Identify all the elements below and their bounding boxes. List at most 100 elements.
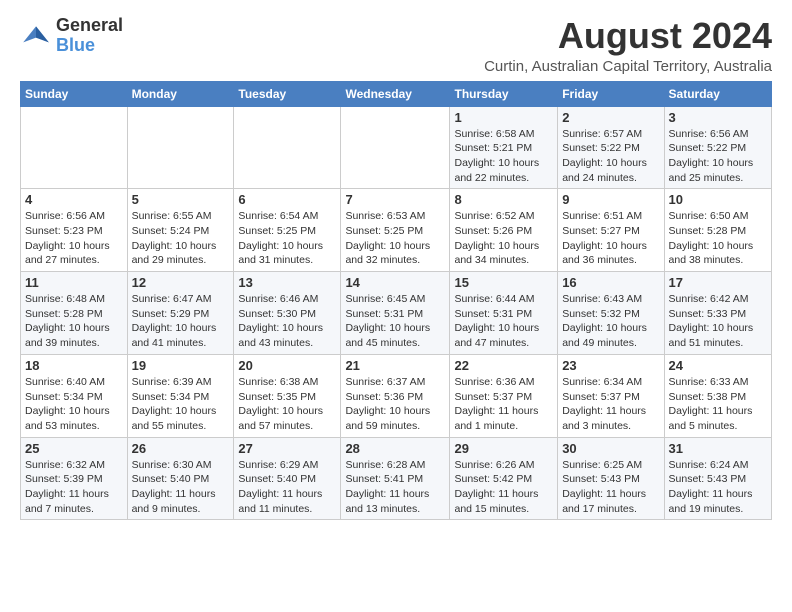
day-info: Sunrise: 6:47 AM Sunset: 5:29 PM Dayligh… bbox=[132, 292, 230, 351]
calendar-cell: 26 Sunrise: 6:30 AM Sunset: 5:40 PM Dayli… bbox=[127, 437, 234, 520]
day-number: 13 bbox=[238, 275, 336, 290]
day-number: 18 bbox=[25, 358, 123, 373]
day-number: 27 bbox=[238, 441, 336, 456]
calendar-cell: 14 Sunrise: 6:45 AM Sunset: 5:31 PM Dayli… bbox=[341, 272, 450, 355]
day-number: 1 bbox=[454, 110, 553, 125]
header-day-thursday: Thursday bbox=[450, 81, 558, 106]
calendar-cell: 29Sunrise: 6:26 AM Sunset: 5:42 PM Dayli… bbox=[450, 437, 558, 520]
day-info: Sunrise: 6:28 AM Sunset: 5:41 PM Dayligh… bbox=[345, 458, 445, 517]
calendar-cell bbox=[341, 106, 450, 189]
day-number: 2 bbox=[562, 110, 659, 125]
calendar-cell: 4 Sunrise: 6:56 AM Sunset: 5:23 PM Daylig… bbox=[21, 189, 128, 272]
calendar-cell: 30 Sunrise: 6:25 AM Sunset: 5:43 PM Dayli… bbox=[558, 437, 664, 520]
day-number: 21 bbox=[345, 358, 445, 373]
day-info: Sunrise: 6:32 AM Sunset: 5:39 PM Dayligh… bbox=[25, 458, 123, 517]
day-info: Sunrise: 6:30 AM Sunset: 5:40 PM Dayligh… bbox=[132, 458, 230, 517]
week-row-4: 18 Sunrise: 6:40 AM Sunset: 5:34 PM Dayli… bbox=[21, 354, 772, 437]
day-info: Sunrise: 6:29 AM Sunset: 5:40 PM Dayligh… bbox=[238, 458, 336, 517]
day-info: Sunrise: 6:58 AM Sunset: 5:21 PM Dayligh… bbox=[454, 127, 553, 186]
week-row-3: 11 Sunrise: 6:48 AM Sunset: 5:28 PM Dayli… bbox=[21, 272, 772, 355]
day-info: Sunrise: 6:51 AM Sunset: 5:27 PM Dayligh… bbox=[562, 209, 659, 268]
calendar-cell: 17Sunrise: 6:42 AM Sunset: 5:33 PM Dayli… bbox=[664, 272, 771, 355]
logo-icon bbox=[20, 20, 52, 52]
day-info: Sunrise: 6:45 AM Sunset: 5:31 PM Dayligh… bbox=[345, 292, 445, 351]
day-info: Sunrise: 6:40 AM Sunset: 5:34 PM Dayligh… bbox=[25, 375, 123, 434]
day-number: 30 bbox=[562, 441, 659, 456]
calendar-table: SundayMondayTuesdayWednesdayThursdayFrid… bbox=[20, 81, 772, 521]
calendar-cell: 22 Sunrise: 6:36 AM Sunset: 5:37 PM Dayli… bbox=[450, 354, 558, 437]
calendar-cell: 1 Sunrise: 6:58 AM Sunset: 5:21 PM Daylig… bbox=[450, 106, 558, 189]
month-title: August 2024 bbox=[484, 16, 772, 56]
day-number: 22 bbox=[454, 358, 553, 373]
calendar-cell: 7Sunrise: 6:53 AM Sunset: 5:25 PM Daylig… bbox=[341, 189, 450, 272]
day-number: 3 bbox=[669, 110, 767, 125]
day-number: 14 bbox=[345, 275, 445, 290]
day-info: Sunrise: 6:37 AM Sunset: 5:36 PM Dayligh… bbox=[345, 375, 445, 434]
calendar-cell: 3Sunrise: 6:56 AM Sunset: 5:22 PM Daylig… bbox=[664, 106, 771, 189]
header-day-friday: Friday bbox=[558, 81, 664, 106]
calendar-cell: 24 Sunrise: 6:33 AM Sunset: 5:38 PM Dayli… bbox=[664, 354, 771, 437]
calendar-cell: 23 Sunrise: 6:34 AM Sunset: 5:37 PM Dayli… bbox=[558, 354, 664, 437]
calendar-cell: 2 Sunrise: 6:57 AM Sunset: 5:22 PM Daylig… bbox=[558, 106, 664, 189]
day-info: Sunrise: 6:25 AM Sunset: 5:43 PM Dayligh… bbox=[562, 458, 659, 517]
day-info: Sunrise: 6:26 AM Sunset: 5:42 PM Dayligh… bbox=[454, 458, 553, 517]
logo: General Blue bbox=[20, 16, 123, 56]
logo-text: General Blue bbox=[56, 16, 123, 56]
calendar-cell: 13Sunrise: 6:46 AM Sunset: 5:30 PM Dayli… bbox=[234, 272, 341, 355]
calendar-cell: 6Sunrise: 6:54 AM Sunset: 5:25 PM Daylig… bbox=[234, 189, 341, 272]
day-number: 31 bbox=[669, 441, 767, 456]
day-info: Sunrise: 6:36 AM Sunset: 5:37 PM Dayligh… bbox=[454, 375, 553, 434]
calendar-cell: 9Sunrise: 6:51 AM Sunset: 5:27 PM Daylig… bbox=[558, 189, 664, 272]
calendar-cell: 21 Sunrise: 6:37 AM Sunset: 5:36 PM Dayli… bbox=[341, 354, 450, 437]
calendar-cell: 10Sunrise: 6:50 AM Sunset: 5:28 PM Dayli… bbox=[664, 189, 771, 272]
header-row: SundayMondayTuesdayWednesdayThursdayFrid… bbox=[21, 81, 772, 106]
day-info: Sunrise: 6:52 AM Sunset: 5:26 PM Dayligh… bbox=[454, 209, 553, 268]
calendar-cell: 11 Sunrise: 6:48 AM Sunset: 5:28 PM Dayli… bbox=[21, 272, 128, 355]
calendar-cell bbox=[127, 106, 234, 189]
page-header: General Blue August 2024 Curtin, Austral… bbox=[20, 16, 772, 75]
day-number: 5 bbox=[132, 192, 230, 207]
day-info: Sunrise: 6:43 AM Sunset: 5:32 PM Dayligh… bbox=[562, 292, 659, 351]
day-number: 20 bbox=[238, 358, 336, 373]
day-info: Sunrise: 6:48 AM Sunset: 5:28 PM Dayligh… bbox=[25, 292, 123, 351]
day-info: Sunrise: 6:57 AM Sunset: 5:22 PM Dayligh… bbox=[562, 127, 659, 186]
day-number: 8 bbox=[454, 192, 553, 207]
day-number: 24 bbox=[669, 358, 767, 373]
header-day-tuesday: Tuesday bbox=[234, 81, 341, 106]
calendar-cell: 20Sunrise: 6:38 AM Sunset: 5:35 PM Dayli… bbox=[234, 354, 341, 437]
day-number: 7 bbox=[345, 192, 445, 207]
day-number: 11 bbox=[25, 275, 123, 290]
calendar-cell: 27 Sunrise: 6:29 AM Sunset: 5:40 PM Dayli… bbox=[234, 437, 341, 520]
day-number: 17 bbox=[669, 275, 767, 290]
calendar-body: 1 Sunrise: 6:58 AM Sunset: 5:21 PM Daylig… bbox=[21, 106, 772, 520]
header-day-wednesday: Wednesday bbox=[341, 81, 450, 106]
day-number: 23 bbox=[562, 358, 659, 373]
title-block: August 2024 Curtin, Australian Capital T… bbox=[484, 16, 772, 75]
calendar-cell: 25 Sunrise: 6:32 AM Sunset: 5:39 PM Dayli… bbox=[21, 437, 128, 520]
calendar-header: SundayMondayTuesdayWednesdayThursdayFrid… bbox=[21, 81, 772, 106]
header-day-saturday: Saturday bbox=[664, 81, 771, 106]
day-info: Sunrise: 6:56 AM Sunset: 5:23 PM Dayligh… bbox=[25, 209, 123, 268]
calendar-cell: 5Sunrise: 6:55 AM Sunset: 5:24 PM Daylig… bbox=[127, 189, 234, 272]
day-number: 19 bbox=[132, 358, 230, 373]
day-number: 4 bbox=[25, 192, 123, 207]
calendar-cell: 12 Sunrise: 6:47 AM Sunset: 5:29 PM Dayli… bbox=[127, 272, 234, 355]
day-info: Sunrise: 6:33 AM Sunset: 5:38 PM Dayligh… bbox=[669, 375, 767, 434]
day-info: Sunrise: 6:54 AM Sunset: 5:25 PM Dayligh… bbox=[238, 209, 336, 268]
day-number: 28 bbox=[345, 441, 445, 456]
day-info: Sunrise: 6:44 AM Sunset: 5:31 PM Dayligh… bbox=[454, 292, 553, 351]
calendar-cell: 15 Sunrise: 6:44 AM Sunset: 5:31 PM Dayli… bbox=[450, 272, 558, 355]
day-number: 25 bbox=[25, 441, 123, 456]
calendar-cell: 8 Sunrise: 6:52 AM Sunset: 5:26 PM Daylig… bbox=[450, 189, 558, 272]
day-info: Sunrise: 6:50 AM Sunset: 5:28 PM Dayligh… bbox=[669, 209, 767, 268]
day-info: Sunrise: 6:24 AM Sunset: 5:43 PM Dayligh… bbox=[669, 458, 767, 517]
week-row-1: 1 Sunrise: 6:58 AM Sunset: 5:21 PM Daylig… bbox=[21, 106, 772, 189]
day-number: 12 bbox=[132, 275, 230, 290]
header-day-sunday: Sunday bbox=[21, 81, 128, 106]
calendar-cell bbox=[21, 106, 128, 189]
day-info: Sunrise: 6:39 AM Sunset: 5:34 PM Dayligh… bbox=[132, 375, 230, 434]
day-info: Sunrise: 6:34 AM Sunset: 5:37 PM Dayligh… bbox=[562, 375, 659, 434]
calendar-cell: 28 Sunrise: 6:28 AM Sunset: 5:41 PM Dayli… bbox=[341, 437, 450, 520]
day-number: 15 bbox=[454, 275, 553, 290]
day-number: 26 bbox=[132, 441, 230, 456]
